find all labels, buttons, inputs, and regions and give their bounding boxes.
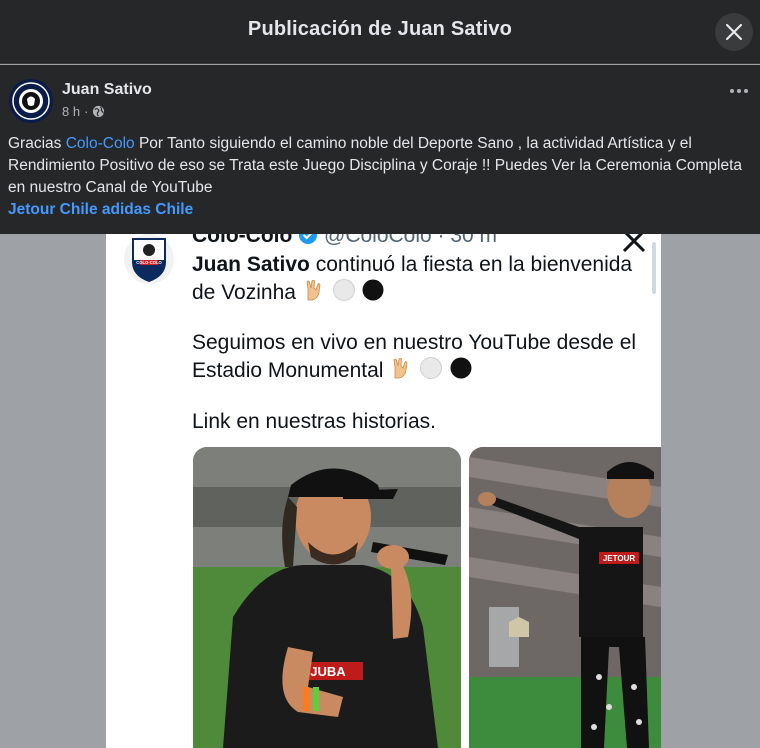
avatar[interactable] <box>9 79 53 123</box>
tweet-avatar: COLO-COLO <box>124 234 174 284</box>
profile-logo-icon <box>12 82 50 120</box>
shirt-text: JUBA <box>310 664 346 679</box>
close-button[interactable] <box>715 13 753 51</box>
post-tags: Jetour Chile adidas Chile <box>8 199 193 221</box>
post-time[interactable]: 8 h <box>62 104 80 119</box>
post-text-intro: Gracias <box>8 135 66 152</box>
white-circle-icon <box>419 356 443 387</box>
tweet-mention-bold: Juan Sativo <box>192 253 310 276</box>
more-dot-icon <box>744 89 748 93</box>
post-card: Juan Sativo 8 h · Gracias Colo-Colo Por … <box>0 65 760 234</box>
white-circle-icon <box>332 278 356 309</box>
rock-hand-emoji-icon <box>302 278 326 309</box>
post-text: Gracias Colo-Colo Por Tanto siguiendo el… <box>8 133 753 199</box>
black-circle-icon <box>361 278 385 309</box>
globe-icon <box>93 105 105 118</box>
post-meta: 8 h · <box>62 104 105 119</box>
more-dot-icon <box>730 89 734 93</box>
singer-photo: JUBA <box>193 447 461 748</box>
tweet-line-1-text: continuó la fiesta en la bienvenida <box>309 253 633 276</box>
tweet-line-5: Link en nuestras historias. <box>192 410 436 433</box>
stadium-photo: JETOUR <box>469 447 661 748</box>
tweet-line-4-text: Estadio Monumental <box>192 359 384 382</box>
meta-separator: · <box>84 104 89 119</box>
tweet-photo-stadium[interactable]: JETOUR <box>469 447 661 748</box>
colo-colo-badge-icon: COLO-COLO <box>132 238 166 282</box>
tag-link-adidas[interactable]: adidas Chile <box>102 201 193 218</box>
tweet-line-1: Juan Sativo continuó la fiesta en la bie… <box>192 252 632 278</box>
post-dialog-header: Publicación de Juan Sativo <box>0 0 760 64</box>
tweet-photo-singer[interactable]: JUBA <box>193 447 461 748</box>
more-dot-icon <box>737 89 741 93</box>
scrollbar <box>652 242 656 294</box>
badge-text: COLO-COLO <box>136 260 162 265</box>
dialog-title: Publicación de Juan Sativo <box>247 18 513 40</box>
tweet-line-3: Seguimos en vivo en nuestro YouTube desd… <box>192 331 637 354</box>
tweet-header: Colo-Colo @ColoColo · 30 m <box>192 234 497 248</box>
author-name[interactable]: Juan Sativo <box>62 81 152 99</box>
verified-badge-icon <box>299 234 318 244</box>
tweet-line-4: Estadio Monumental <box>192 356 473 387</box>
close-icon <box>725 23 743 41</box>
rock-hand-emoji-icon <box>389 356 413 387</box>
black-circle-icon <box>449 356 473 387</box>
tweet-account-name: Colo-Colo <box>192 234 293 247</box>
shirt-text-2: JETOUR <box>603 554 636 563</box>
tag-link-jetour[interactable]: Jetour Chile <box>8 201 98 218</box>
tweet-line-2: de Vozinha <box>192 278 385 309</box>
mention-link[interactable]: Colo-Colo <box>66 135 135 152</box>
tweet-line-2-text: de Vozinha <box>192 281 296 304</box>
post-image[interactable]: COLO-COLO Colo-Colo @ColoColo · 30 m Jua… <box>106 234 661 748</box>
tweet-handle: @ColoColo · 30 m <box>324 234 498 247</box>
more-options-button[interactable] <box>728 85 750 97</box>
